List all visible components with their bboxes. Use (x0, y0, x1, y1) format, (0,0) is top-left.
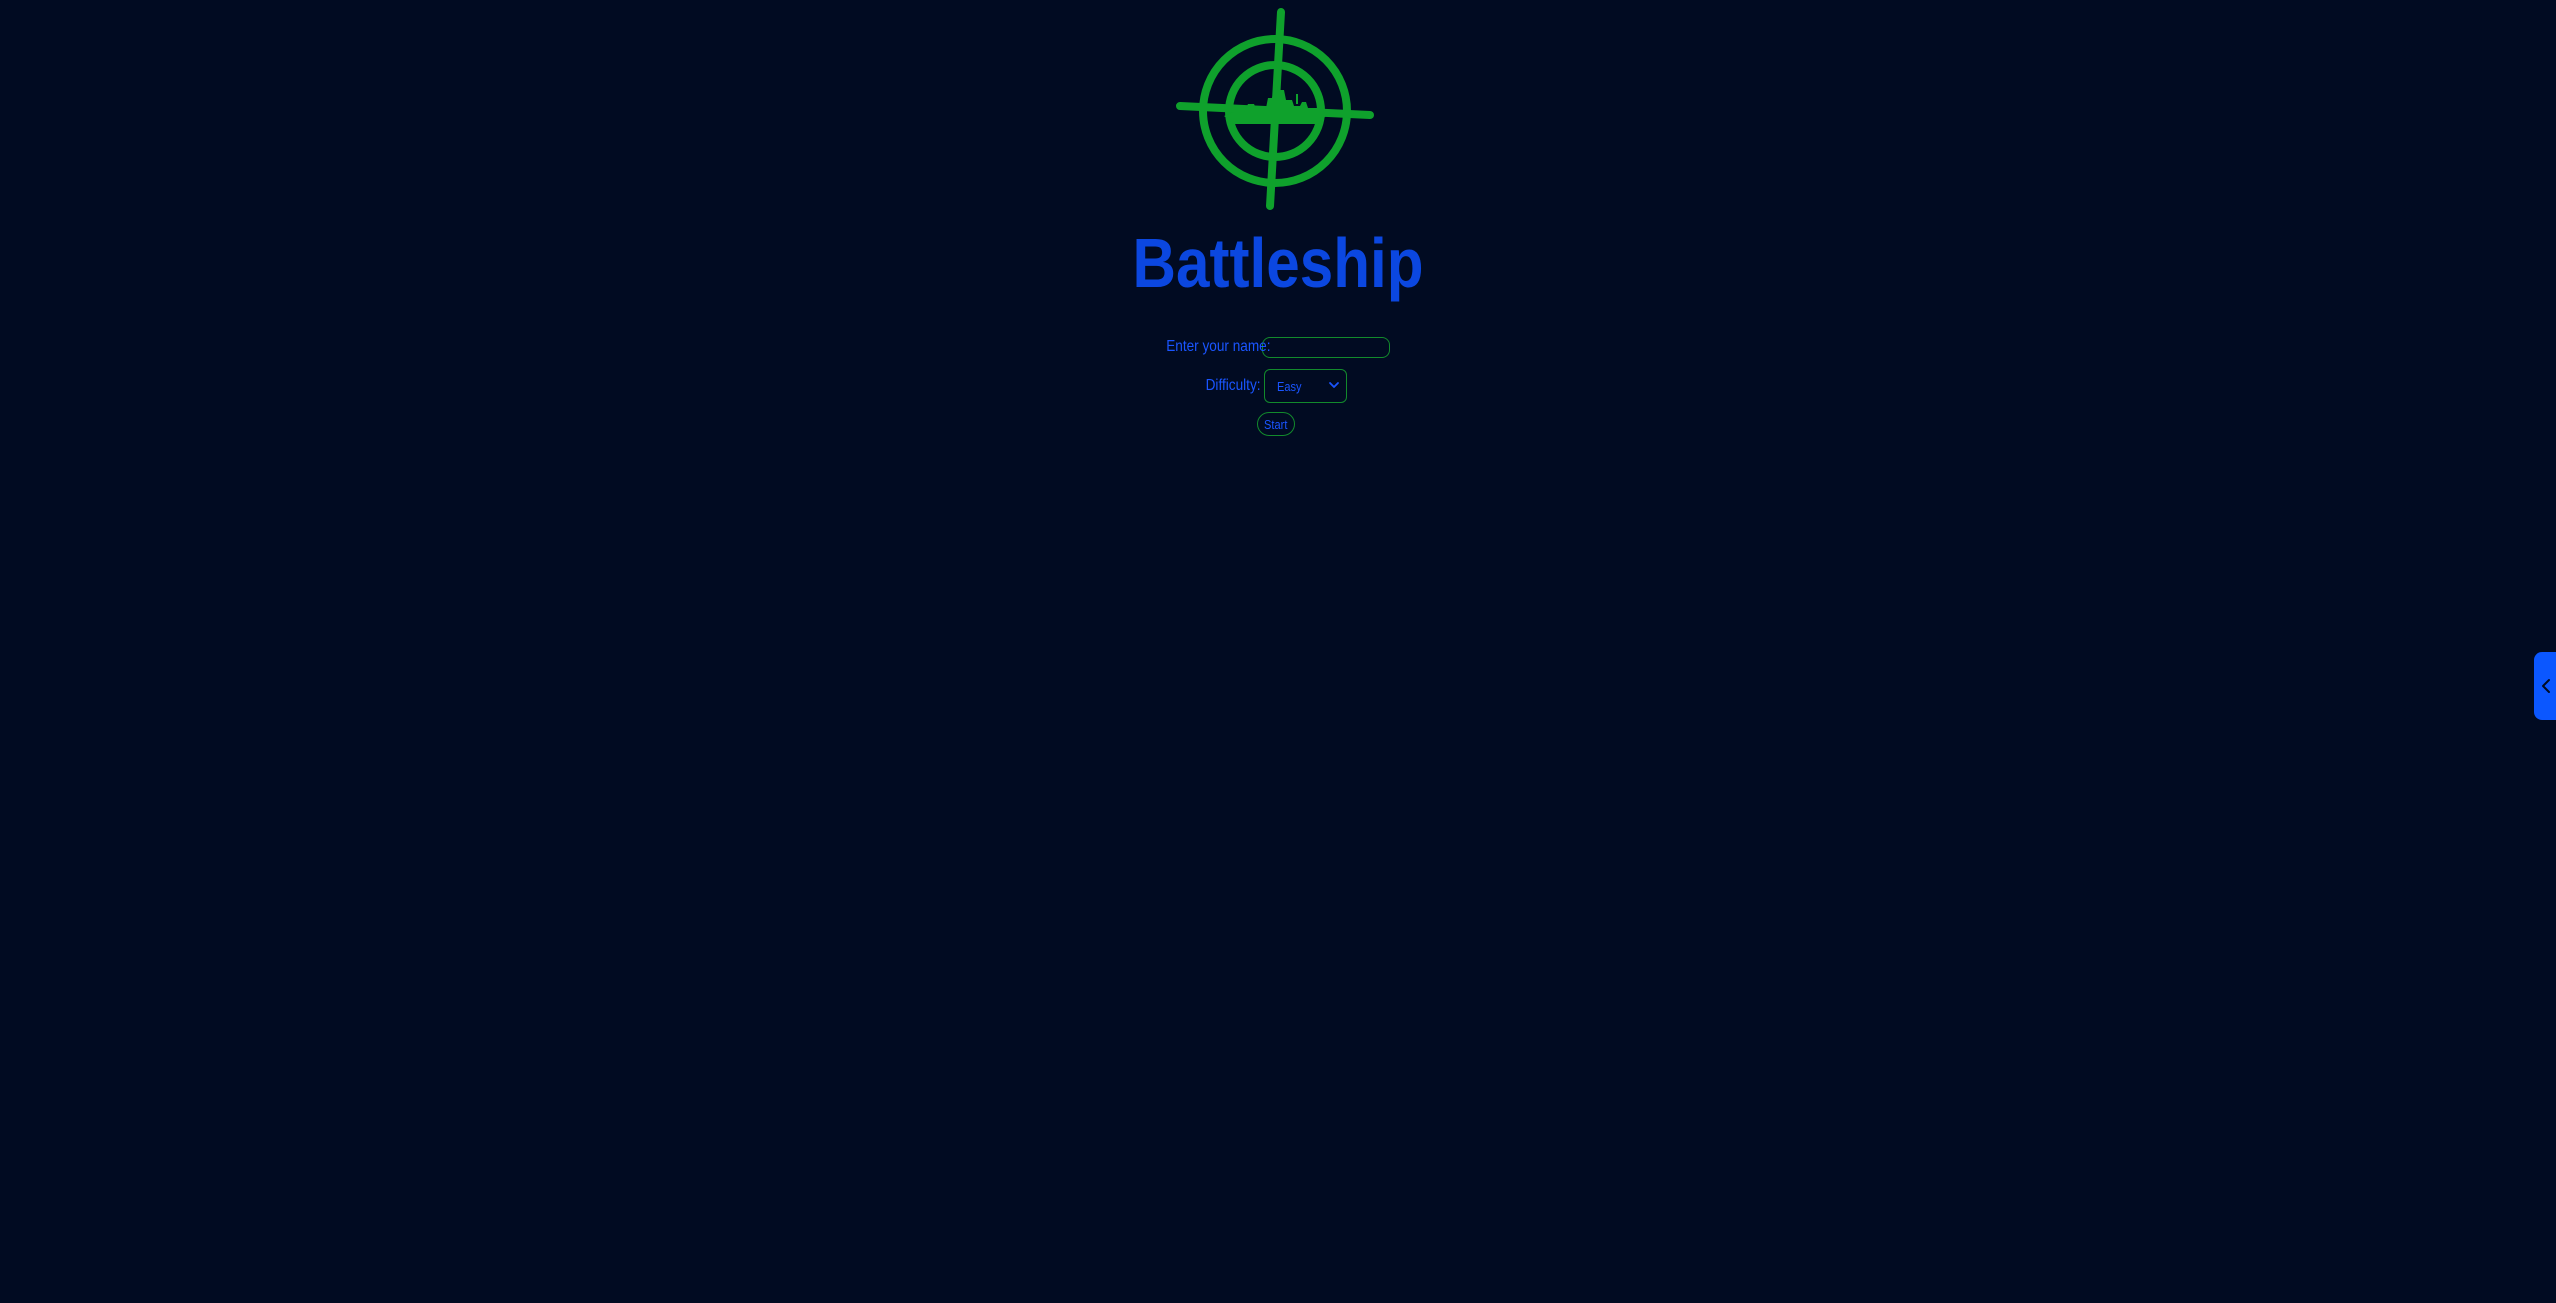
name-label: Enter your name: (1166, 338, 1271, 355)
chevron-down-icon (1329, 382, 1339, 388)
crosshair-battleship-logo-icon (1176, 8, 1374, 210)
start-button-label: Start (1264, 416, 1288, 432)
start-button[interactable]: Start (1257, 412, 1295, 436)
name-input[interactable] (1262, 336, 1390, 358)
difficulty-select[interactable]: Easy (1264, 369, 1347, 403)
difficulty-row: Difficulty: Easy (1196, 368, 1347, 404)
difficulty-label: Difficulty: (1205, 377, 1261, 394)
difficulty-selected-value: Easy (1277, 378, 1302, 394)
side-panel-toggle[interactable] (2534, 652, 2556, 720)
page-title: Battleship (1132, 224, 1424, 302)
name-row: Enter your name: (1150, 333, 1390, 361)
app-logo (1172, 8, 1378, 214)
chevron-left-icon (2542, 679, 2550, 693)
